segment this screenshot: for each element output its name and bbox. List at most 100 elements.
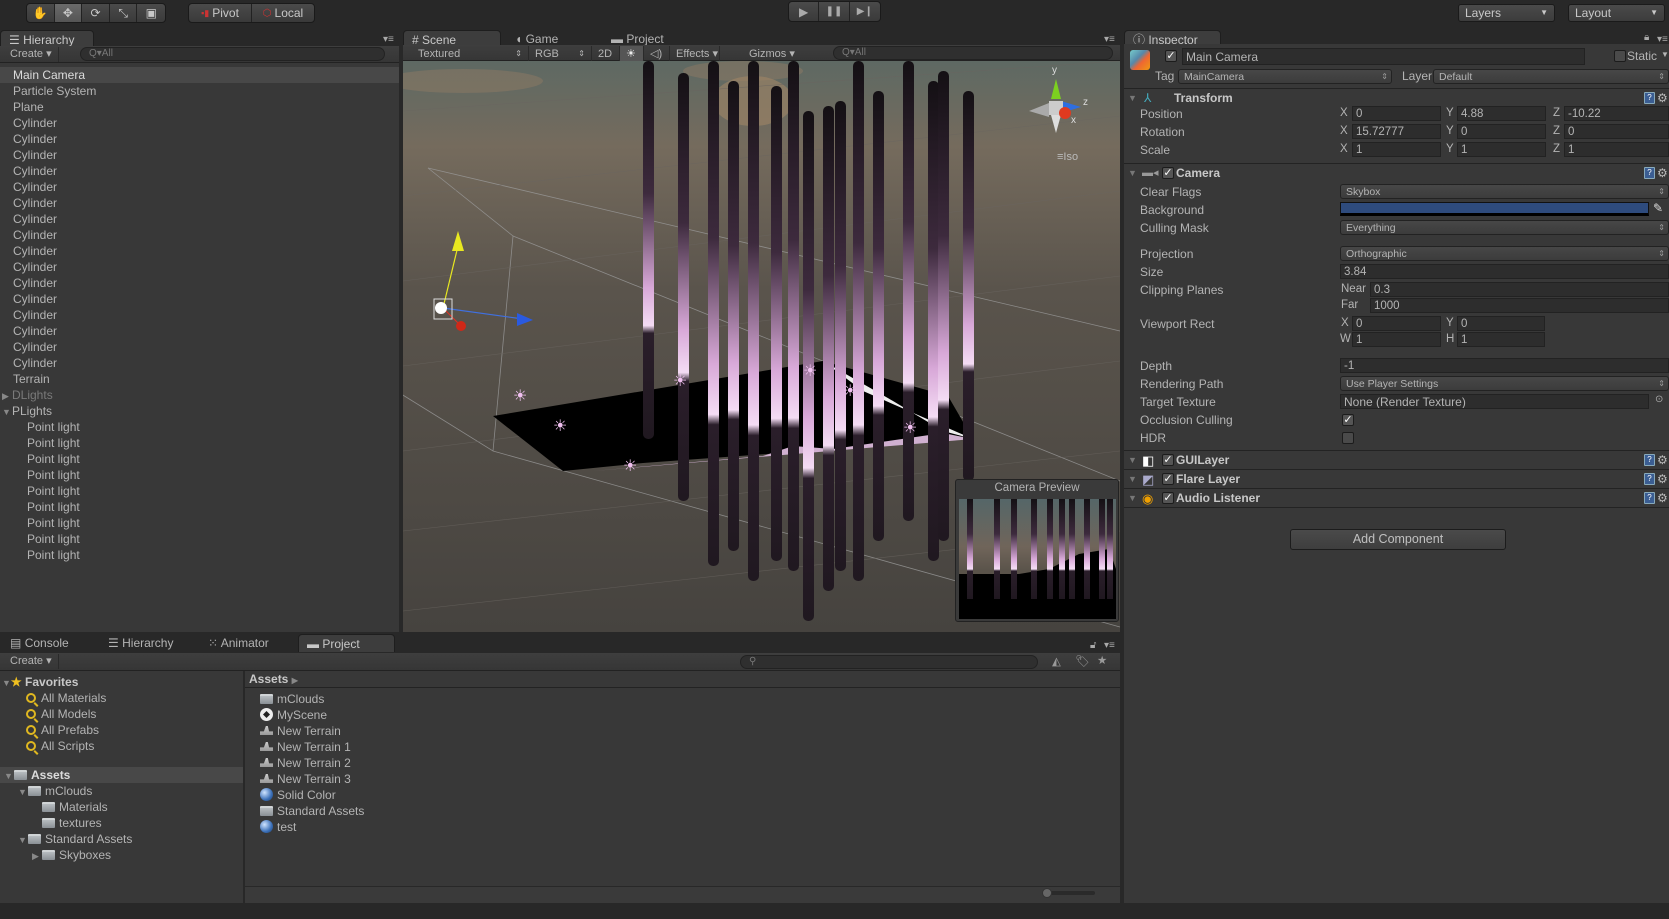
folder-tree-item[interactable]: ▼ mClouds <box>0 783 243 799</box>
background-color-field[interactable] <box>1340 202 1649 216</box>
pivot-button[interactable]: ▪▮ Pivot <box>189 4 252 22</box>
folder-tree-item[interactable]: ▼ Standard Assets <box>0 831 243 847</box>
viewport-y-field[interactable]: 0 <box>1457 316 1545 331</box>
create-dropdown[interactable]: Create ▾ <box>4 47 59 62</box>
asset-item[interactable]: test <box>260 819 296 835</box>
hierarchy-item[interactable]: Cylinder <box>0 163 399 179</box>
hierarchy-item[interactable]: Cylinder <box>0 323 399 339</box>
hierarchy-item[interactable]: Point light <box>0 467 399 483</box>
asset-item[interactable]: MyScene <box>260 707 327 723</box>
collapse-icon[interactable]: ▼ <box>18 784 28 800</box>
hierarchy-item[interactable]: Terrain <box>0 371 399 387</box>
hierarchy-item[interactable]: Cylinder <box>0 211 399 227</box>
transform-header[interactable]: ▼ ⅄ Transform ? ⚙ <box>1124 88 1669 107</box>
gear-icon[interactable]: ⚙ <box>1657 167 1668 179</box>
component-enabled-checkbox[interactable]: ✓ <box>1162 454 1174 466</box>
render-mode-dropdown[interactable]: RGB ⇕ <box>529 46 592 62</box>
favorite-item[interactable]: All Scripts <box>26 738 94 754</box>
favorite-item[interactable]: All Materials <box>26 690 106 706</box>
tab-console[interactable]: ▤ Console <box>2 634 92 652</box>
asset-item[interactable]: New Terrain 1 <box>260 739 351 755</box>
folder-tree-item[interactable]: ▶ Skyboxes <box>0 847 243 863</box>
asset-item[interactable]: New Terrain 2 <box>260 755 351 771</box>
filter-by-type-icon[interactable]: ◭ <box>1052 654 1061 668</box>
object-name-field[interactable]: Main Camera <box>1182 48 1585 65</box>
target-texture-field[interactable]: None (Render Texture) <box>1340 394 1649 409</box>
size-field[interactable]: 3.84 <box>1340 264 1669 279</box>
asset-item[interactable]: mClouds <box>260 691 324 707</box>
hierarchy-item[interactable]: ▶ DLights <box>0 387 399 403</box>
projection-dropdown[interactable]: Orthographic ⇕ <box>1340 246 1669 261</box>
occlusion-culling-checkbox[interactable]: ✓ <box>1342 414 1354 426</box>
projection-toggle[interactable]: ≡Iso <box>1057 151 1078 163</box>
position-z-field[interactable]: -10.22 <box>1564 106 1669 121</box>
hierarchy-item[interactable]: Point light <box>0 451 399 467</box>
scale-x-field[interactable]: 1 <box>1352 142 1441 157</box>
component-header[interactable]: ▼ ◩ ✓ Flare Layer? ⚙ <box>1124 469 1669 488</box>
asset-item[interactable]: Solid Color <box>260 787 336 803</box>
rendering-path-dropdown[interactable]: Use Player Settings ⇕ <box>1340 376 1669 391</box>
rect-tool-button[interactable]: ▣ <box>137 4 165 22</box>
hierarchy-item[interactable]: Point light <box>0 547 399 563</box>
filter-by-label-icon[interactable]: 🏷︎ <box>1075 654 1090 668</box>
layers-dropdown[interactable]: Layers ▼ <box>1458 4 1555 22</box>
eyedropper-icon[interactable]: ✎ <box>1653 201 1663 215</box>
hierarchy-search-input[interactable]: Q▾All <box>80 47 385 61</box>
panel-menu-icon[interactable]: ▾≡ <box>1104 640 1115 651</box>
tab-hierarchy-bottom[interactable]: ☰ Hierarchy <box>100 634 200 652</box>
hierarchy-item[interactable]: Point light <box>0 515 399 531</box>
add-component-button[interactable]: Add Component <box>1290 529 1506 550</box>
camera-enabled-checkbox[interactable]: ✓ <box>1162 167 1174 179</box>
rotation-z-field[interactable]: 0 <box>1564 124 1669 139</box>
gear-icon[interactable]: ⚙ <box>1657 473 1668 485</box>
hierarchy-item[interactable]: ▼PLights <box>0 403 399 419</box>
help-icon[interactable]: ? <box>1644 92 1655 104</box>
collapse-icon[interactable]: ▼ <box>4 768 14 784</box>
hierarchy-item[interactable]: Cylinder <box>0 339 399 355</box>
hierarchy-item[interactable]: Cylinder <box>0 147 399 163</box>
slider-thumb[interactable] <box>1042 888 1052 898</box>
component-enabled-checkbox[interactable]: ✓ <box>1162 473 1174 485</box>
rotation-y-field[interactable]: 0 <box>1457 124 1546 139</box>
viewport-h-field[interactable]: 1 <box>1457 332 1545 347</box>
favorite-item[interactable]: All Models <box>26 706 96 722</box>
pause-button[interactable]: ❚❚ <box>819 2 850 21</box>
hierarchy-item[interactable]: Main Camera <box>0 67 399 83</box>
hierarchy-item[interactable]: Cylinder <box>0 291 399 307</box>
scene-view[interactable]: ☀ ☀ ☀ ☀ ☀ ☀ ☀ y z x ≡Iso Camera Preview <box>403 61 1120 632</box>
effects-dropdown[interactable]: Effects ▾ <box>670 46 720 62</box>
gear-icon[interactable]: ⚙ <box>1657 492 1668 504</box>
layout-dropdown[interactable]: Layout ▼ <box>1568 4 1665 22</box>
collapse-icon[interactable]: ▼ <box>2 404 12 420</box>
project-search-input[interactable]: ⚲ <box>740 655 1038 669</box>
expand-icon[interactable]: ▶ <box>32 848 42 864</box>
rotate-tool-button[interactable]: ⟳ <box>82 4 110 22</box>
component-enabled-checkbox[interactable]: ✓ <box>1162 492 1174 504</box>
camera-header[interactable]: ▼ ▬◂ ✓ Camera ? ⚙ <box>1124 163 1669 182</box>
culling-mask-dropdown[interactable]: Everything ⇕ <box>1340 220 1669 235</box>
asset-item[interactable]: New Terrain 3 <box>260 771 351 787</box>
rotation-x-field[interactable]: 15.72777 <box>1352 124 1441 139</box>
gear-icon[interactable]: ⚙ <box>1657 454 1668 466</box>
hierarchy-item[interactable]: Cylinder <box>0 259 399 275</box>
lighting-toggle[interactable]: ☀ <box>620 46 644 62</box>
tab-animator[interactable]: ⁙ Animator <box>200 634 300 652</box>
folder-tree-item[interactable]: ▼ Assets <box>0 767 243 783</box>
panel-menu-icon[interactable]: ▾≡ <box>383 34 394 45</box>
component-header[interactable]: ▼ ◉ ✓ Audio Listener? ⚙ <box>1124 488 1669 507</box>
hierarchy-item[interactable]: Cylinder <box>0 307 399 323</box>
static-dropdown-arrow[interactable]: ▼ <box>1661 50 1669 59</box>
folder-tree-item[interactable]: Materials <box>0 799 243 815</box>
expand-icon[interactable]: ▶ <box>2 388 12 404</box>
scene-search-input[interactable]: Q▾All <box>833 46 1113 60</box>
tab-project-bottom[interactable]: ▬ Project <box>298 634 395 652</box>
hierarchy-item[interactable]: Cylinder <box>0 131 399 147</box>
folder-tree-item[interactable]: textures <box>0 815 243 831</box>
help-icon[interactable]: ? <box>1644 167 1655 179</box>
draw-mode-dropdown[interactable]: Textured ⇕ <box>412 46 529 62</box>
hierarchy-item[interactable]: Point light <box>0 435 399 451</box>
hierarchy-item[interactable]: Cylinder <box>0 227 399 243</box>
hierarchy-item[interactable]: Plane <box>0 99 399 115</box>
panel-menu-icon[interactable]: ▾≡ <box>1104 34 1115 45</box>
asset-item[interactable]: Standard Assets <box>260 803 364 819</box>
